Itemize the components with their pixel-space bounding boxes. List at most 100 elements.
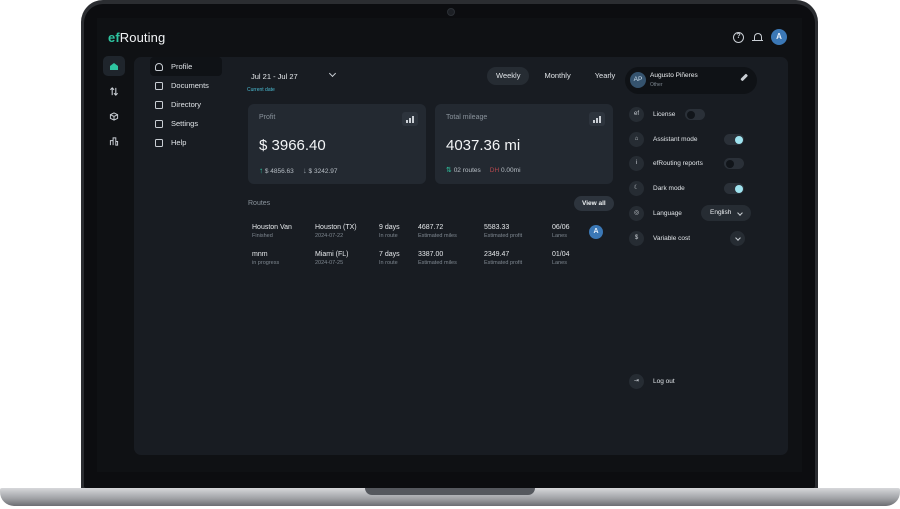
rail-routes[interactable] xyxy=(103,81,125,101)
buildings-icon xyxy=(109,136,119,146)
route-name: Houston Van xyxy=(252,224,292,231)
globe-icon: ◎ xyxy=(629,206,644,221)
route-name: mnm xyxy=(252,251,268,258)
profit-value: $ 3966.40 xyxy=(259,137,326,154)
person-icon xyxy=(155,62,163,71)
route-days-label: In route xyxy=(379,233,398,239)
route-miles: 4687.72 xyxy=(418,224,444,231)
logout-icon: ⇥ xyxy=(629,374,644,389)
document-icon xyxy=(155,81,163,90)
brand-prefix: ef xyxy=(108,30,120,45)
chevron-down-icon[interactable] xyxy=(328,69,337,78)
route-miles-label: Estimated miles xyxy=(418,260,457,266)
icon-rail xyxy=(103,56,125,151)
setting-reports: i efRouting reports xyxy=(629,155,749,172)
expand-button[interactable] xyxy=(730,231,745,246)
route-profit: 5583.33 xyxy=(484,224,510,231)
period-selector: Weekly Monthly Yearly xyxy=(487,67,624,85)
avatar[interactable]: A xyxy=(771,29,787,45)
profit-down: $ 3242.97 xyxy=(308,168,338,175)
home-icon xyxy=(110,62,118,70)
setting-assistant: ⌂ Assistant mode xyxy=(629,131,749,148)
subnav-item-help[interactable]: Help xyxy=(150,133,222,152)
mileage-title: Total mileage xyxy=(446,114,488,121)
route-lanes-label: Lanes xyxy=(552,260,567,266)
pencil-icon[interactable] xyxy=(740,73,748,81)
mileage-footer: ⇅ 02 routes DH 0.00mi xyxy=(446,166,521,175)
setting-label: Language xyxy=(653,210,682,217)
dh-value: 0.00mi xyxy=(501,166,521,174)
setting-label: Assistant mode xyxy=(653,136,698,143)
setting-variable-cost: $ Variable cost xyxy=(629,230,749,247)
assistant-toggle[interactable] xyxy=(724,134,744,145)
rail-package[interactable] xyxy=(103,106,125,126)
route-date: 2024-07-25 xyxy=(315,260,344,266)
arrow-down-icon: ↓ xyxy=(302,166,307,175)
route-destination: Miami (FL) xyxy=(315,251,349,258)
setting-label: Dark mode xyxy=(653,185,685,192)
dark-mode-toggle[interactable] xyxy=(724,183,744,194)
setting-label: Variable cost xyxy=(653,235,691,242)
subnav-item-profile[interactable]: Profile xyxy=(150,57,222,76)
user-card[interactable]: AP Augusto Piñeres Other xyxy=(625,67,757,94)
language-value: English xyxy=(710,209,732,216)
dh-label: DH xyxy=(489,166,500,174)
view-all-button[interactable]: View all xyxy=(574,196,614,211)
brand-suffix: Routing xyxy=(119,30,166,45)
rail-buildings[interactable] xyxy=(103,131,125,151)
route-profit-label: Estimated profit xyxy=(484,233,523,239)
subnav-item-directory[interactable]: Directory xyxy=(150,95,222,114)
routes-title: Routes xyxy=(248,200,271,207)
top-icons: ? A xyxy=(733,29,787,45)
laptop-notch xyxy=(365,488,535,495)
route-icon: ⇅ xyxy=(446,167,452,174)
avatar[interactable]: A xyxy=(589,225,603,239)
route-miles-label: Estimated miles xyxy=(418,233,457,239)
document-dollar-icon: $ xyxy=(629,231,644,246)
table-row[interactable]: Houston Van Finished Houston (TX) 2024-07-… xyxy=(252,224,612,246)
profit-up: $ 4856.63 xyxy=(264,168,294,175)
info-icon: i xyxy=(629,156,644,171)
route-lanes: 01/04 xyxy=(552,251,570,258)
setting-label: License xyxy=(653,111,676,118)
arrow-up-icon: ↑ xyxy=(259,166,263,175)
routes-icon xyxy=(110,86,118,96)
date-range[interactable]: Jul 21 - Jul 27 xyxy=(251,72,298,81)
logout-button[interactable]: ⇥ Log out xyxy=(629,374,675,389)
chevron-down-icon xyxy=(734,234,741,241)
bell-icon[interactable] xyxy=(752,32,763,43)
setting-language: ◎ Language English xyxy=(629,205,752,222)
help-icon[interactable]: ? xyxy=(733,31,744,43)
route-days-label: In route xyxy=(379,260,398,266)
subnav-item-settings[interactable]: Settings xyxy=(150,114,222,133)
tab-monthly[interactable]: Monthly xyxy=(535,67,579,85)
setting-dark-mode: ☾ Dark mode xyxy=(629,180,749,197)
route-days: 9 days xyxy=(379,224,400,231)
tab-yearly[interactable]: Yearly xyxy=(586,67,625,85)
mileage-card: Total mileage 4037.36 mi ⇅ 02 routes DH … xyxy=(435,104,613,184)
main-panel: Profile Documents Directory Settings Hel… xyxy=(134,57,788,455)
mileage-value: 4037.36 mi xyxy=(446,137,521,154)
table-row[interactable]: mnm in progress Miami (FL) 2024-07-25 7 da… xyxy=(252,251,612,273)
language-select[interactable]: English xyxy=(701,205,752,221)
route-status: in progress xyxy=(252,260,280,266)
rail-home[interactable] xyxy=(103,56,125,76)
avatar: AP xyxy=(630,72,646,88)
tab-weekly[interactable]: Weekly xyxy=(487,67,530,85)
brand-logo[interactable]: efRouting xyxy=(108,30,165,45)
route-lanes-label: Lanes xyxy=(552,233,567,239)
chart-icon[interactable] xyxy=(402,112,418,126)
reports-toggle[interactable] xyxy=(724,158,744,169)
chart-icon[interactable] xyxy=(589,112,605,126)
route-profit: 2349.47 xyxy=(484,251,510,258)
route-date: 2024-07-22 xyxy=(315,233,344,239)
license-toggle[interactable] xyxy=(685,109,705,120)
route-lanes: 06/06 xyxy=(552,224,570,231)
subnav-item-documents[interactable]: Documents xyxy=(150,76,222,95)
robot-icon: ⌂ xyxy=(629,132,644,147)
route-miles: 3387.00 xyxy=(418,251,444,258)
subnav-label: Settings xyxy=(171,119,199,128)
subnav-label: Directory xyxy=(171,100,202,109)
book-icon xyxy=(155,100,163,109)
moon-icon: ☾ xyxy=(629,181,644,196)
